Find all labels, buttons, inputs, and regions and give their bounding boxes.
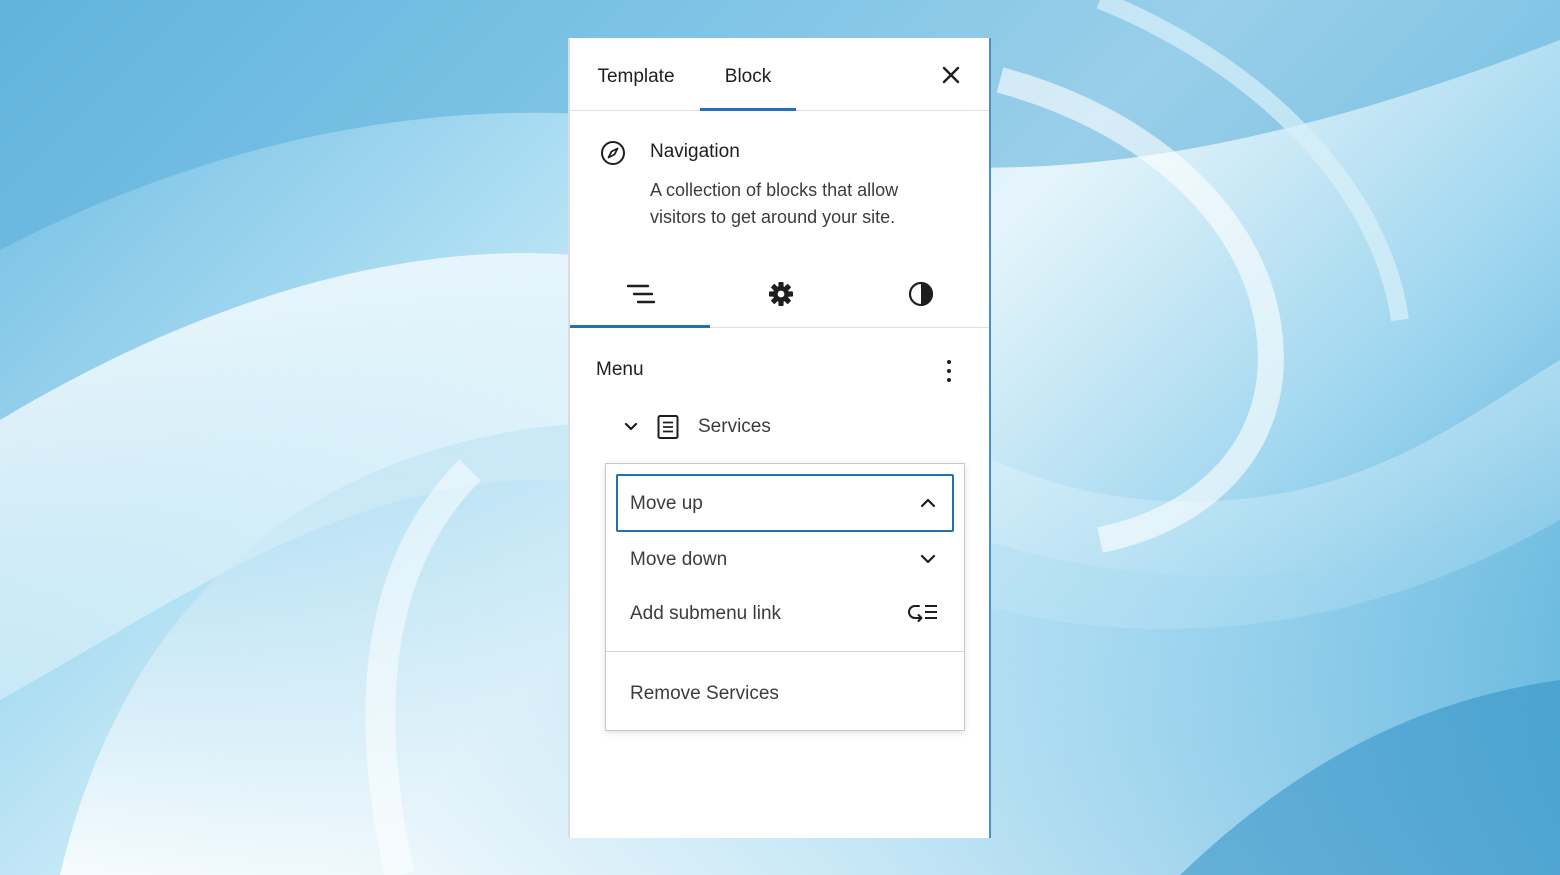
tab-template[interactable]: Template	[586, 38, 686, 110]
block-settings-panel: Template Block Navigation A collection o…	[568, 38, 991, 838]
more-vertical-icon	[947, 360, 951, 382]
remove-item-menu-item[interactable]: Remove Services	[616, 664, 954, 722]
gear-icon	[769, 282, 793, 306]
compass-icon	[601, 141, 625, 165]
item-options-dropdown: Move up Move down Add submenu link Remov…	[605, 463, 965, 731]
tab-settings[interactable]	[710, 260, 850, 327]
move-down-label: Move down	[630, 549, 728, 570]
chevron-up-icon	[920, 498, 936, 508]
close-icon	[942, 66, 960, 84]
add-submenu-icon	[908, 605, 937, 622]
list-view-icon	[626, 284, 656, 304]
move-up-label: Move up	[630, 493, 703, 514]
menu-item-label[interactable]: Services	[698, 416, 771, 438]
contrast-icon	[908, 281, 934, 307]
tab-styles[interactable]	[850, 260, 990, 327]
add-submenu-link-label: Add submenu link	[630, 603, 782, 624]
block-title: Navigation	[650, 141, 740, 162]
chevron-down-icon[interactable]	[622, 418, 640, 436]
page-icon	[657, 415, 679, 439]
tab-block[interactable]: Block	[700, 38, 796, 111]
menu-tree-item[interactable]: Services	[570, 408, 989, 448]
block-settings-tabs	[570, 260, 989, 328]
move-down-menu-item[interactable]: Move down	[616, 530, 954, 588]
block-description: A collection of blocks that allow visito…	[650, 180, 899, 227]
tab-list-view[interactable]	[570, 260, 710, 328]
dropdown-separator	[606, 651, 964, 652]
chevron-down-icon	[920, 554, 936, 564]
menu-options-button[interactable]	[936, 356, 962, 386]
add-submenu-link-menu-item[interactable]: Add submenu link	[616, 584, 954, 642]
menu-section-label: Menu	[596, 359, 644, 380]
close-button[interactable]	[938, 62, 964, 88]
remove-item-label: Remove Services	[630, 683, 779, 704]
move-up-menu-item[interactable]: Move up	[616, 474, 954, 532]
panel-tabs: Template Block	[570, 38, 989, 111]
